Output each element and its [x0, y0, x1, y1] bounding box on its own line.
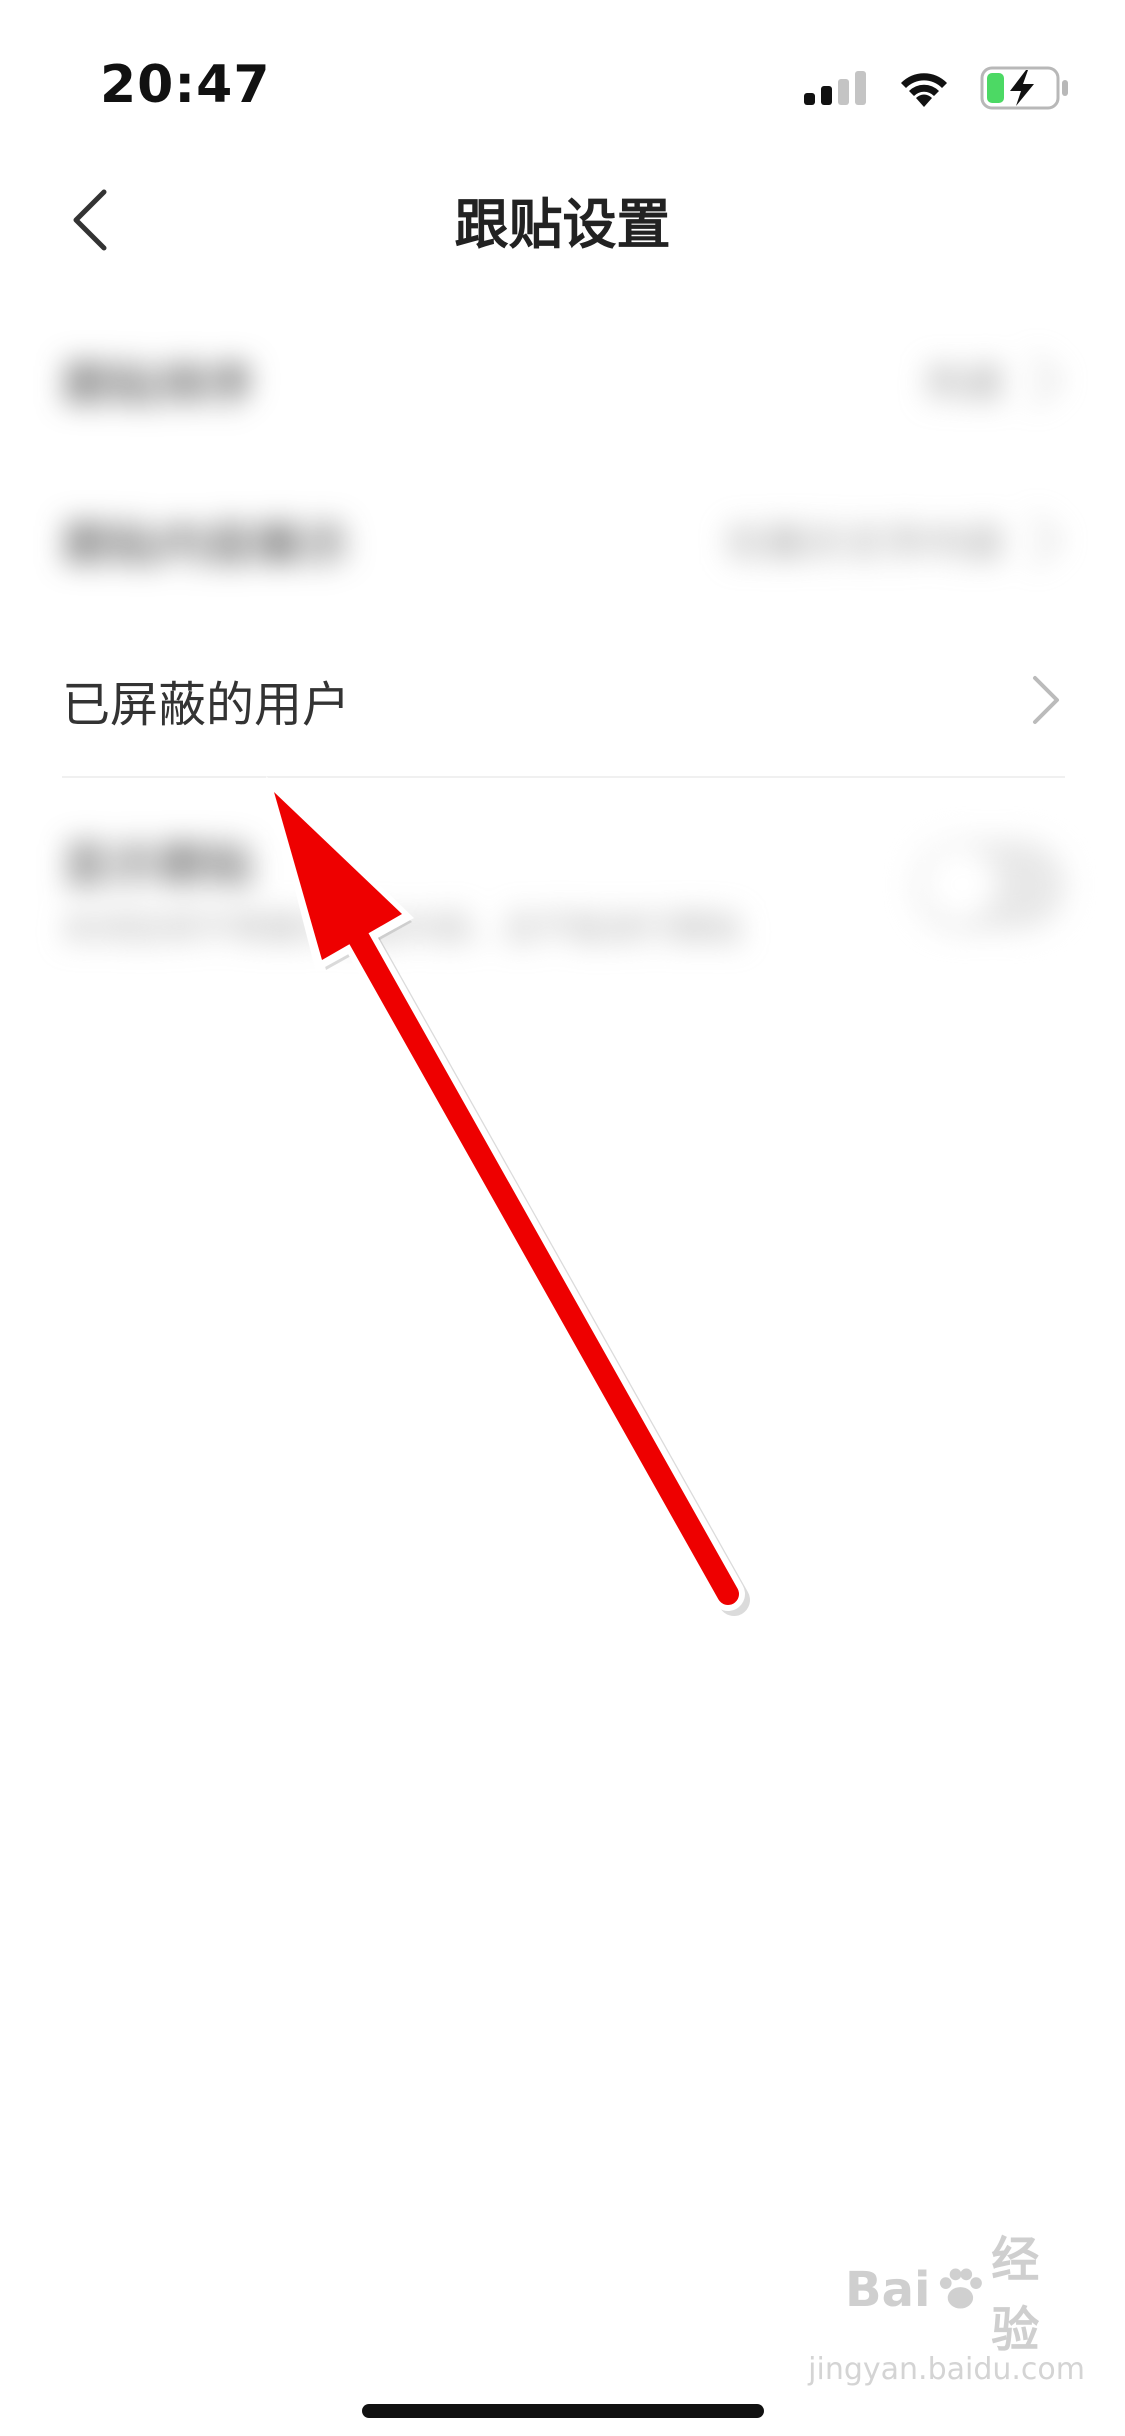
settings-row-content-display[interactable]: 跟贴内容展示 仅展示文字内容	[62, 460, 1065, 620]
watermark-suffix: 经验	[991, 2232, 1040, 2358]
status-icons	[804, 66, 1070, 110]
settings-row-label: 已屏蔽的用户	[62, 677, 351, 733]
status-bar: 20:47	[0, 0, 1125, 140]
settings-row-show-comments[interactable]: 显示跟贴 关闭后将不再展示跟贴内容，且不能进行跟贴	[62, 790, 1065, 980]
settings-row-sort[interactable]: 跟贴排序 热度	[62, 300, 1065, 460]
chevron-right-icon	[1033, 356, 1059, 404]
settings-row-value: 仅展示文字内容	[725, 521, 1005, 567]
chevron-right-icon	[1033, 516, 1059, 564]
chevron-right-icon	[1033, 676, 1059, 724]
watermark-url: jingyan.baidu.com	[808, 2352, 1085, 2387]
settings-row-value: 热度	[925, 361, 1005, 407]
settings-row-label: 跟贴排序	[62, 357, 255, 413]
nav-bar: 跟贴设置	[0, 150, 1125, 280]
cellular-signal-icon	[804, 71, 866, 105]
divider	[62, 776, 1065, 778]
show-comments-toggle[interactable]	[915, 840, 1065, 930]
battery-charging-icon	[980, 66, 1068, 110]
settings-row-label: 跟贴内容展示	[62, 517, 351, 573]
home-indicator[interactable]	[362, 2404, 764, 2418]
watermark-brand: Bai	[845, 2262, 931, 2318]
page-title: 跟贴设置	[454, 193, 671, 256]
wifi-icon	[901, 73, 947, 107]
settings-row-blocked-users[interactable]: 已屏蔽的用户	[62, 620, 1065, 780]
baidu-jingyan-watermark: Bai 经验	[845, 2232, 1085, 2358]
settings-row-label: 显示跟贴	[62, 837, 255, 893]
settings-row-subtitle: 关闭后将不再展示跟贴内容，且不能进行跟贴	[62, 909, 742, 949]
status-time: 20:47	[100, 55, 271, 115]
paw-icon	[940, 2268, 983, 2309]
